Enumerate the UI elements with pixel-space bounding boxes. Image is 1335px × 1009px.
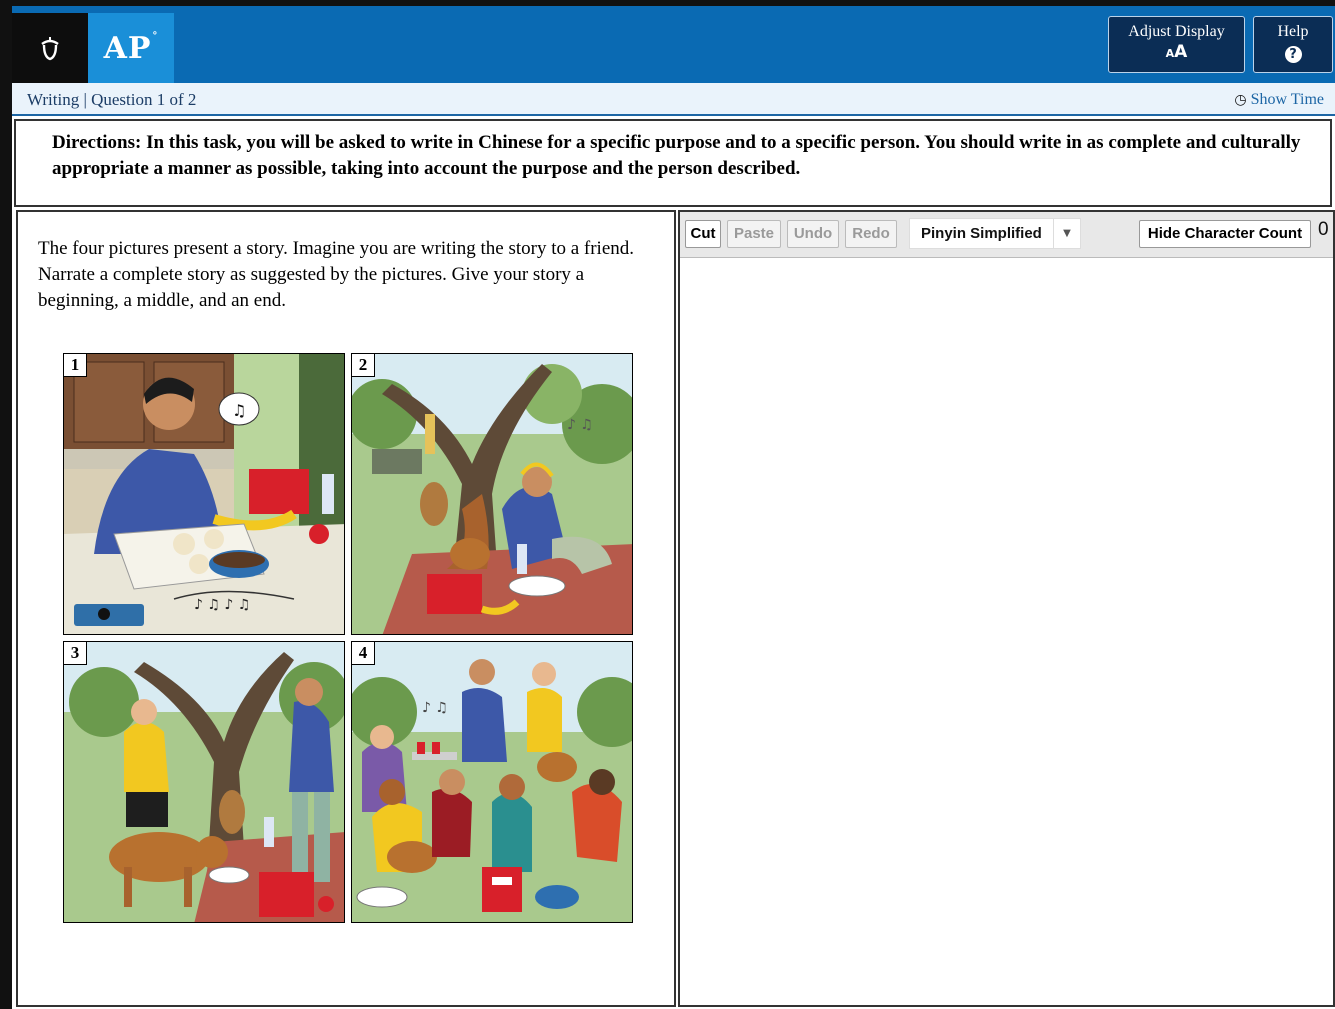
top-header-bar: AP° Adjust Display AA Help ? — [12, 6, 1335, 83]
response-pane: Cut Paste Undo Redo Pinyin Simplified ▼ … — [678, 210, 1335, 1007]
park-picnic-illustration: ♪ ♫ — [352, 354, 632, 634]
panel-number: 4 — [352, 642, 375, 665]
panel-number: 1 — [64, 354, 87, 377]
story-picture-3: 3 — [63, 641, 345, 923]
window-frame-left — [0, 0, 12, 1009]
svg-text:♪ ♫ ♪ ♫: ♪ ♫ ♪ ♫ — [194, 597, 250, 613]
character-count: 0 — [1318, 219, 1329, 240]
redo-button[interactable]: Redo — [845, 220, 897, 248]
dropdown-arrow-icon: ▼ — [1053, 219, 1080, 248]
prompt-pane: The four pictures present a story. Imagi… — [16, 210, 676, 1007]
college-board-logo — [12, 13, 88, 83]
status-bar: Writing | Question 1 of 2 ◷ Show Time — [12, 83, 1335, 116]
panel-number: 2 — [352, 354, 375, 377]
ap-brand: AP° — [88, 13, 174, 83]
story-picture-4: ♪ ♫ 4 — [351, 641, 633, 923]
help-label: Help — [1277, 23, 1309, 40]
directions-text: Directions: In this task, you will be as… — [52, 132, 1301, 179]
editor-toolbar: Cut Paste Undo Redo Pinyin Simplified ▼ … — [680, 212, 1333, 258]
friends-gathering-illustration: ♪ ♫ — [352, 642, 632, 922]
show-time-label: Show Time — [1250, 91, 1324, 108]
story-picture-1: ♫ ♪ ♫ ♪ ♫ 1 — [63, 353, 345, 635]
question-circle-icon: ? — [1284, 46, 1302, 63]
adjust-display-button[interactable]: Adjust Display AA — [1108, 16, 1245, 73]
svg-text:♪ ♫: ♪ ♫ — [422, 700, 448, 716]
cut-button[interactable]: Cut — [685, 220, 721, 248]
ap-brand-text: AP° — [103, 30, 159, 66]
undo-button[interactable]: Undo — [787, 220, 839, 248]
help-button[interactable]: Help ? — [1253, 16, 1333, 73]
input-method-select[interactable]: Pinyin Simplified ▼ — [909, 218, 1081, 249]
kitchen-cooking-illustration: ♫ ♪ ♫ ♪ ♫ — [64, 354, 344, 634]
input-method-label: Pinyin Simplified — [921, 225, 1042, 242]
prompt-text: The four pictures present a story. Imagi… — [38, 238, 635, 311]
panel-number: 3 — [64, 642, 87, 665]
acorn-logo-icon — [41, 37, 59, 61]
svg-text:♫: ♫ — [232, 401, 246, 420]
svg-text:♪ ♫: ♪ ♫ — [567, 417, 593, 433]
adjust-display-label: Adjust Display — [1128, 23, 1225, 40]
text-size-icon: AA — [1165, 42, 1188, 62]
story-picture-2: ♪ ♫ 2 — [351, 353, 633, 635]
clock-icon: ◷ — [1234, 92, 1247, 108]
paste-button[interactable]: Paste — [727, 220, 781, 248]
show-time-button[interactable]: ◷ Show Time — [1234, 91, 1324, 109]
story-pictures: ♫ ♪ ♫ ♪ ♫ 1 ♪ ♫ 2 3 ♪ ♫ 4 — [63, 353, 633, 923]
response-editor[interactable] — [680, 258, 1333, 1005]
dog-eating-picnic-illustration — [64, 642, 344, 922]
directions-box: Directions: In this task, you will be as… — [14, 119, 1332, 207]
hide-character-count-button[interactable]: Hide Character Count — [1139, 220, 1311, 248]
breadcrumb: Writing | Question 1 of 2 — [27, 90, 197, 109]
